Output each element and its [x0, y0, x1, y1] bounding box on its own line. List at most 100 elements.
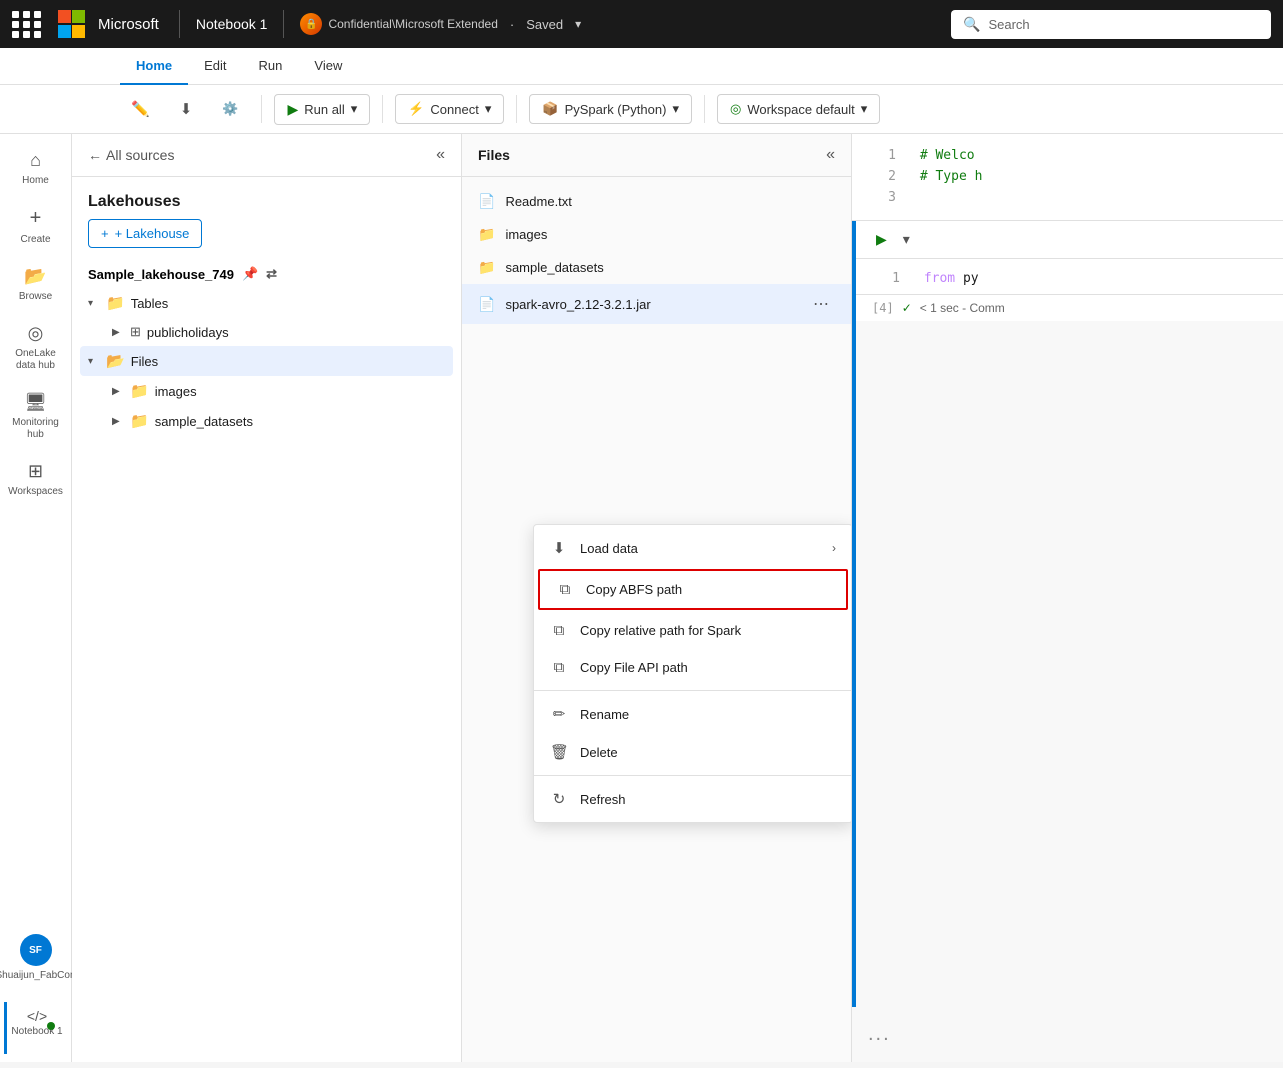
code-line-3: 3	[868, 188, 1267, 209]
cell-toolbar-2: ▶ ▾	[852, 221, 1283, 259]
sidebar-item-browse[interactable]: 📂 Browse	[4, 258, 68, 311]
sidebar-item-onelake-label: OneLake data hub	[8, 348, 64, 372]
spark-jar-name: spark-avro_2.12-3.2.1.jar	[505, 297, 650, 312]
workspace-button[interactable]: ◎ Workspace default ▾	[717, 94, 880, 124]
tree-item-sample-datasets[interactable]: ▶ 📁 sample_datasets	[80, 406, 453, 436]
sync-icon[interactable]: ⇄	[266, 266, 277, 282]
top-bar-divider-2	[283, 10, 284, 38]
search-box[interactable]: 🔍 Search	[951, 10, 1271, 39]
connect-chevron-icon: ▾	[485, 101, 492, 117]
rename-label: Rename	[580, 707, 629, 722]
sidebar-item-browse-label: Browse	[19, 291, 52, 303]
tab-run[interactable]: Run	[243, 48, 299, 85]
code-cell-1: 1 # Welco 2 # Type h 3	[852, 134, 1283, 221]
code-line-1: 1 # Welco	[868, 146, 1267, 167]
tree-item-tables[interactable]: ▾ 📁 Tables	[80, 288, 453, 318]
menu-item-copy-api[interactable]: ⧉ Copy File API path	[534, 649, 852, 686]
home-icon: ⌂	[30, 150, 41, 171]
save-status: Saved	[526, 17, 563, 32]
cell-status-bar: [4] ✓ < 1 sec - Comm	[852, 294, 1283, 321]
images-chevron-icon: ▶	[112, 386, 124, 397]
cell-run-button[interactable]: ▶	[872, 229, 891, 250]
connect-button[interactable]: ⚡ Connect ▾	[395, 94, 504, 124]
status-chevron-icon[interactable]: ▾	[575, 17, 581, 31]
copy-abfs-label: Copy ABFS path	[586, 582, 682, 597]
menu-item-copy-spark[interactable]: ⧉ Copy relative path for Spark	[534, 612, 852, 649]
add-lakehouse-button[interactable]: + + Lakehouse	[88, 219, 202, 248]
edit-icon-button[interactable]: ✏️	[120, 93, 161, 125]
pin-icon[interactable]: 📌	[242, 266, 258, 282]
collapse-panel-button[interactable]: «	[436, 146, 445, 164]
right-panel: 1 # Welco 2 # Type h 3 ▶	[852, 134, 1283, 1062]
code-comment-2: # Type h	[920, 169, 983, 184]
sidebar-item-home[interactable]: ⌂ Home	[4, 142, 68, 195]
badge-label: Confidential\Microsoft Extended	[328, 17, 497, 31]
menu-item-copy-abfs[interactable]: ⧉ Copy ABFS path	[538, 569, 848, 610]
sidebar-item-workspaces-label: Workspaces	[8, 486, 63, 498]
file-item-images[interactable]: 📁 images	[462, 218, 851, 251]
browse-icon: 📂	[24, 266, 46, 287]
sidebar-item-onelake[interactable]: ◎ OneLake data hub	[4, 315, 68, 380]
cell-number: [4]	[872, 301, 894, 315]
ribbon-divider-2	[382, 95, 383, 123]
download-button[interactable]: ⬇	[169, 93, 204, 125]
left-panel: ← All sources « Lakehouses + + Lakehouse…	[72, 134, 462, 1062]
menu-item-delete[interactable]: 🗑 Delete	[534, 733, 852, 771]
sidebar-item-create[interactable]: + Create	[4, 199, 68, 254]
code-area-1[interactable]: 1 # Welco 2 # Type h 3	[852, 134, 1283, 220]
top-bar-divider	[179, 10, 180, 38]
run-all-button[interactable]: ▶ Run all ▾	[274, 94, 370, 125]
file-item-left: 📄 Readme.txt	[478, 193, 572, 210]
ribbon-actions: ✏️ ⬇ ⚙️ ▶ Run all ▾ ⚡ Connect ▾ 📦 PySpar…	[0, 85, 1283, 133]
sidebar-item-monitoring[interactable]: 🖥 Monitoring hub	[4, 384, 68, 449]
code-comment-1: # Welco	[920, 148, 975, 163]
tree-item-publicholidays[interactable]: ▶ ⊞ publicholidays	[80, 318, 453, 346]
sidebar-item-workspaces[interactable]: ⊞ Workspaces	[4, 453, 68, 506]
collapse-files-button[interactable]: «	[826, 146, 835, 164]
user-label: Shuaijun_FabCon	[0, 970, 76, 982]
pyspark-icon: 📦	[542, 101, 558, 117]
delete-icon: 🗑	[550, 743, 568, 761]
run-all-label: Run all	[304, 102, 344, 117]
tab-edit[interactable]: Edit	[188, 48, 242, 85]
tab-home[interactable]: Home	[120, 48, 188, 85]
back-button[interactable]: ← All sources	[88, 147, 174, 163]
cell-status-icon: ✓	[902, 301, 912, 315]
ribbon-divider-4	[704, 95, 705, 123]
menu-divider-2	[534, 775, 852, 776]
sidebar-user[interactable]: SF Shuaijun_FabCon	[4, 926, 68, 990]
sample-folder-icon: 📁	[130, 412, 149, 430]
table-icon: ⊞	[130, 324, 141, 340]
file-item-left-4: 📄 spark-avro_2.12-3.2.1.jar	[478, 296, 651, 313]
cell-chevron-button[interactable]: ▾	[899, 229, 914, 250]
menu-item-refresh[interactable]: ↻ Refresh	[534, 780, 852, 818]
pyspark-button[interactable]: 📦 PySpark (Python) ▾	[529, 94, 692, 124]
search-icon: 🔍	[963, 16, 980, 33]
readme-name: Readme.txt	[505, 194, 571, 209]
monitoring-icon: 🖥	[24, 392, 47, 413]
file-item-sample-datasets[interactable]: 📁 sample_datasets	[462, 251, 851, 284]
code-area-2[interactable]: 1 from py	[852, 259, 1283, 294]
connect-label: Connect	[430, 102, 478, 117]
menu-item-load-data[interactable]: ⬇ Load data ›	[534, 529, 852, 567]
settings-button[interactable]: ⚙️	[211, 94, 249, 124]
file-item-spark-jar[interactable]: 📄 spark-avro_2.12-3.2.1.jar ⋯	[462, 284, 851, 324]
tree-item-images[interactable]: ▶ 📁 images	[80, 376, 453, 406]
file-item-readme[interactable]: 📄 Readme.txt	[462, 185, 851, 218]
copy-spark-icon: ⧉	[550, 622, 568, 639]
microsoft-label: Microsoft	[98, 16, 159, 33]
sidebar-notebook[interactable]: </> Notebook 1	[4, 1002, 68, 1054]
chevron-down-icon: ▾	[88, 298, 100, 309]
sidebar-item-create-label: Create	[20, 234, 50, 246]
run-chevron-icon: ▾	[351, 101, 358, 117]
panel-header: ← All sources «	[72, 134, 461, 177]
menu-item-rename[interactable]: ✏ Rename	[534, 695, 852, 733]
tab-view[interactable]: View	[298, 48, 358, 85]
connect-icon: ⚡	[408, 101, 424, 117]
more-options-button[interactable]: ⋯	[807, 292, 835, 316]
line-num-cell2: 1	[872, 271, 900, 286]
refresh-icon: ↻	[550, 790, 568, 808]
tree-item-files[interactable]: ▾ 📂 Files	[80, 346, 453, 376]
rename-icon: ✏	[550, 705, 568, 723]
add-icon: +	[101, 226, 109, 241]
